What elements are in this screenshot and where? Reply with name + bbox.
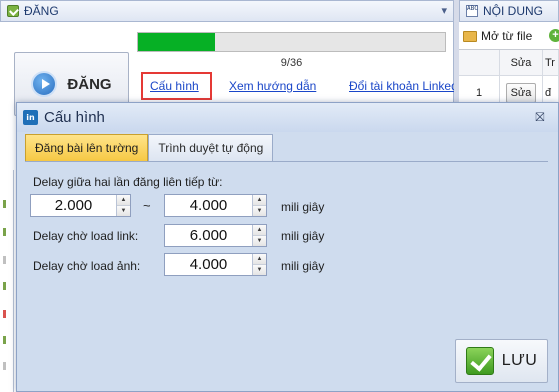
save-button[interactable]: LƯU <box>455 339 548 383</box>
checkmark-icon <box>465 347 494 375</box>
config-dialog: in Cấu hình ⛝ Đăng bài lên tường Trình d… <box>16 102 559 392</box>
image-load-stepper[interactable]: 4.000 ▲ ▼ <box>164 253 267 276</box>
tab-strip: Đăng bài lên tường Trình duyệt tự động <box>25 134 274 162</box>
spin-down-icon[interactable]: ▼ <box>117 205 130 216</box>
spin-up-icon[interactable]: ▲ <box>253 254 266 264</box>
abc-icon: ABC <box>466 5 478 17</box>
range-separator: ~ <box>143 198 151 213</box>
guide-link[interactable]: Xem hướng dẫn <box>229 79 316 93</box>
config-link-highlight <box>141 72 212 100</box>
link-load-unit: mili giây <box>281 229 325 243</box>
delay-unit-label: mili giây <box>281 200 325 214</box>
status-mark <box>3 282 6 290</box>
link-load-arrows: ▲ ▼ <box>252 225 266 246</box>
image-load-value[interactable]: 4.000 <box>165 256 252 273</box>
content-grid: Sửa Tr 1 Sửa đ <box>459 49 559 110</box>
post-panel-icon <box>7 5 19 17</box>
post-panel-header: ĐĂNG ▾ <box>0 0 454 22</box>
image-load-label: Delay chờ load ảnh: <box>33 259 141 273</box>
edit-button[interactable]: Sửa <box>505 82 537 103</box>
close-icon[interactable]: ⛝ <box>534 111 546 123</box>
image-load-arrows: ▲ ▼ <box>252 254 266 275</box>
spin-up-icon[interactable]: ▲ <box>117 195 130 205</box>
delay-min-arrows: ▲ ▼ <box>116 195 130 216</box>
grid-header-index <box>459 50 500 75</box>
status-mark <box>3 336 6 344</box>
spin-up-icon[interactable]: ▲ <box>253 195 266 205</box>
progress-fill <box>138 33 215 51</box>
spin-down-icon[interactable]: ▼ <box>253 264 266 275</box>
image-load-unit: mili giây <box>281 259 325 273</box>
delay-max-arrows: ▲ ▼ <box>252 195 266 216</box>
account-checkbox-strip <box>0 170 14 392</box>
open-file-label: Mở từ file <box>481 29 533 43</box>
delay-max-value[interactable]: 4.000 <box>165 197 252 214</box>
dialog-title: Cấu hình <box>44 109 105 126</box>
status-mark <box>3 362 6 370</box>
spin-down-icon[interactable]: ▼ <box>253 235 266 246</box>
switch-account-link[interactable]: Đổi tài khoản Linkedi <box>349 79 454 93</box>
dialog-titlebar[interactable]: in Cấu hình <box>17 103 558 132</box>
folder-icon <box>463 30 477 42</box>
delay-max-stepper[interactable]: 4.000 ▲ ▼ <box>164 194 267 217</box>
spin-up-icon[interactable]: ▲ <box>253 225 266 235</box>
progress-text: 9/36 <box>280 57 303 69</box>
post-button-label: ĐĂNG <box>67 75 112 93</box>
link-load-value[interactable]: 6.000 <box>165 227 252 244</box>
tab-post-to-wall[interactable]: Đăng bài lên tường <box>25 134 149 162</box>
collapse-icon[interactable]: ▾ <box>441 4 447 17</box>
spin-down-icon[interactable]: ▼ <box>253 205 266 216</box>
save-label: LƯU <box>501 352 538 369</box>
tab-auto-browser[interactable]: Trình duyệt tự động <box>148 134 274 162</box>
add-icon[interactable]: + <box>549 29 559 42</box>
play-icon <box>31 71 58 97</box>
content-panel-title: NỘI DUNG <box>483 4 543 18</box>
post-panel-title: ĐĂNG <box>24 4 59 18</box>
status-mark <box>3 256 6 264</box>
open-file-button[interactable]: Mở từ file <box>463 26 532 46</box>
status-mark <box>3 200 6 208</box>
delay-between-label: Delay giữa hai lần đăng liên tiếp từ: <box>33 175 223 189</box>
grid-header-row: Sửa Tr <box>459 50 559 76</box>
content-panel-header: ABC NỘI DUNG <box>459 0 559 22</box>
status-mark <box>3 228 6 236</box>
delay-min-value[interactable]: 2.000 <box>31 197 116 214</box>
progress-bar <box>137 32 446 52</box>
grid-header-content[interactable]: Tr <box>543 50 559 75</box>
status-mark <box>3 310 6 318</box>
grid-header-edit[interactable]: Sửa <box>500 50 543 75</box>
link-load-label: Delay chờ load link: <box>33 229 139 243</box>
app-icon: in <box>23 110 38 125</box>
delay-min-stepper[interactable]: 2.000 ▲ ▼ <box>30 194 131 217</box>
link-load-stepper[interactable]: 6.000 ▲ ▼ <box>164 224 267 247</box>
